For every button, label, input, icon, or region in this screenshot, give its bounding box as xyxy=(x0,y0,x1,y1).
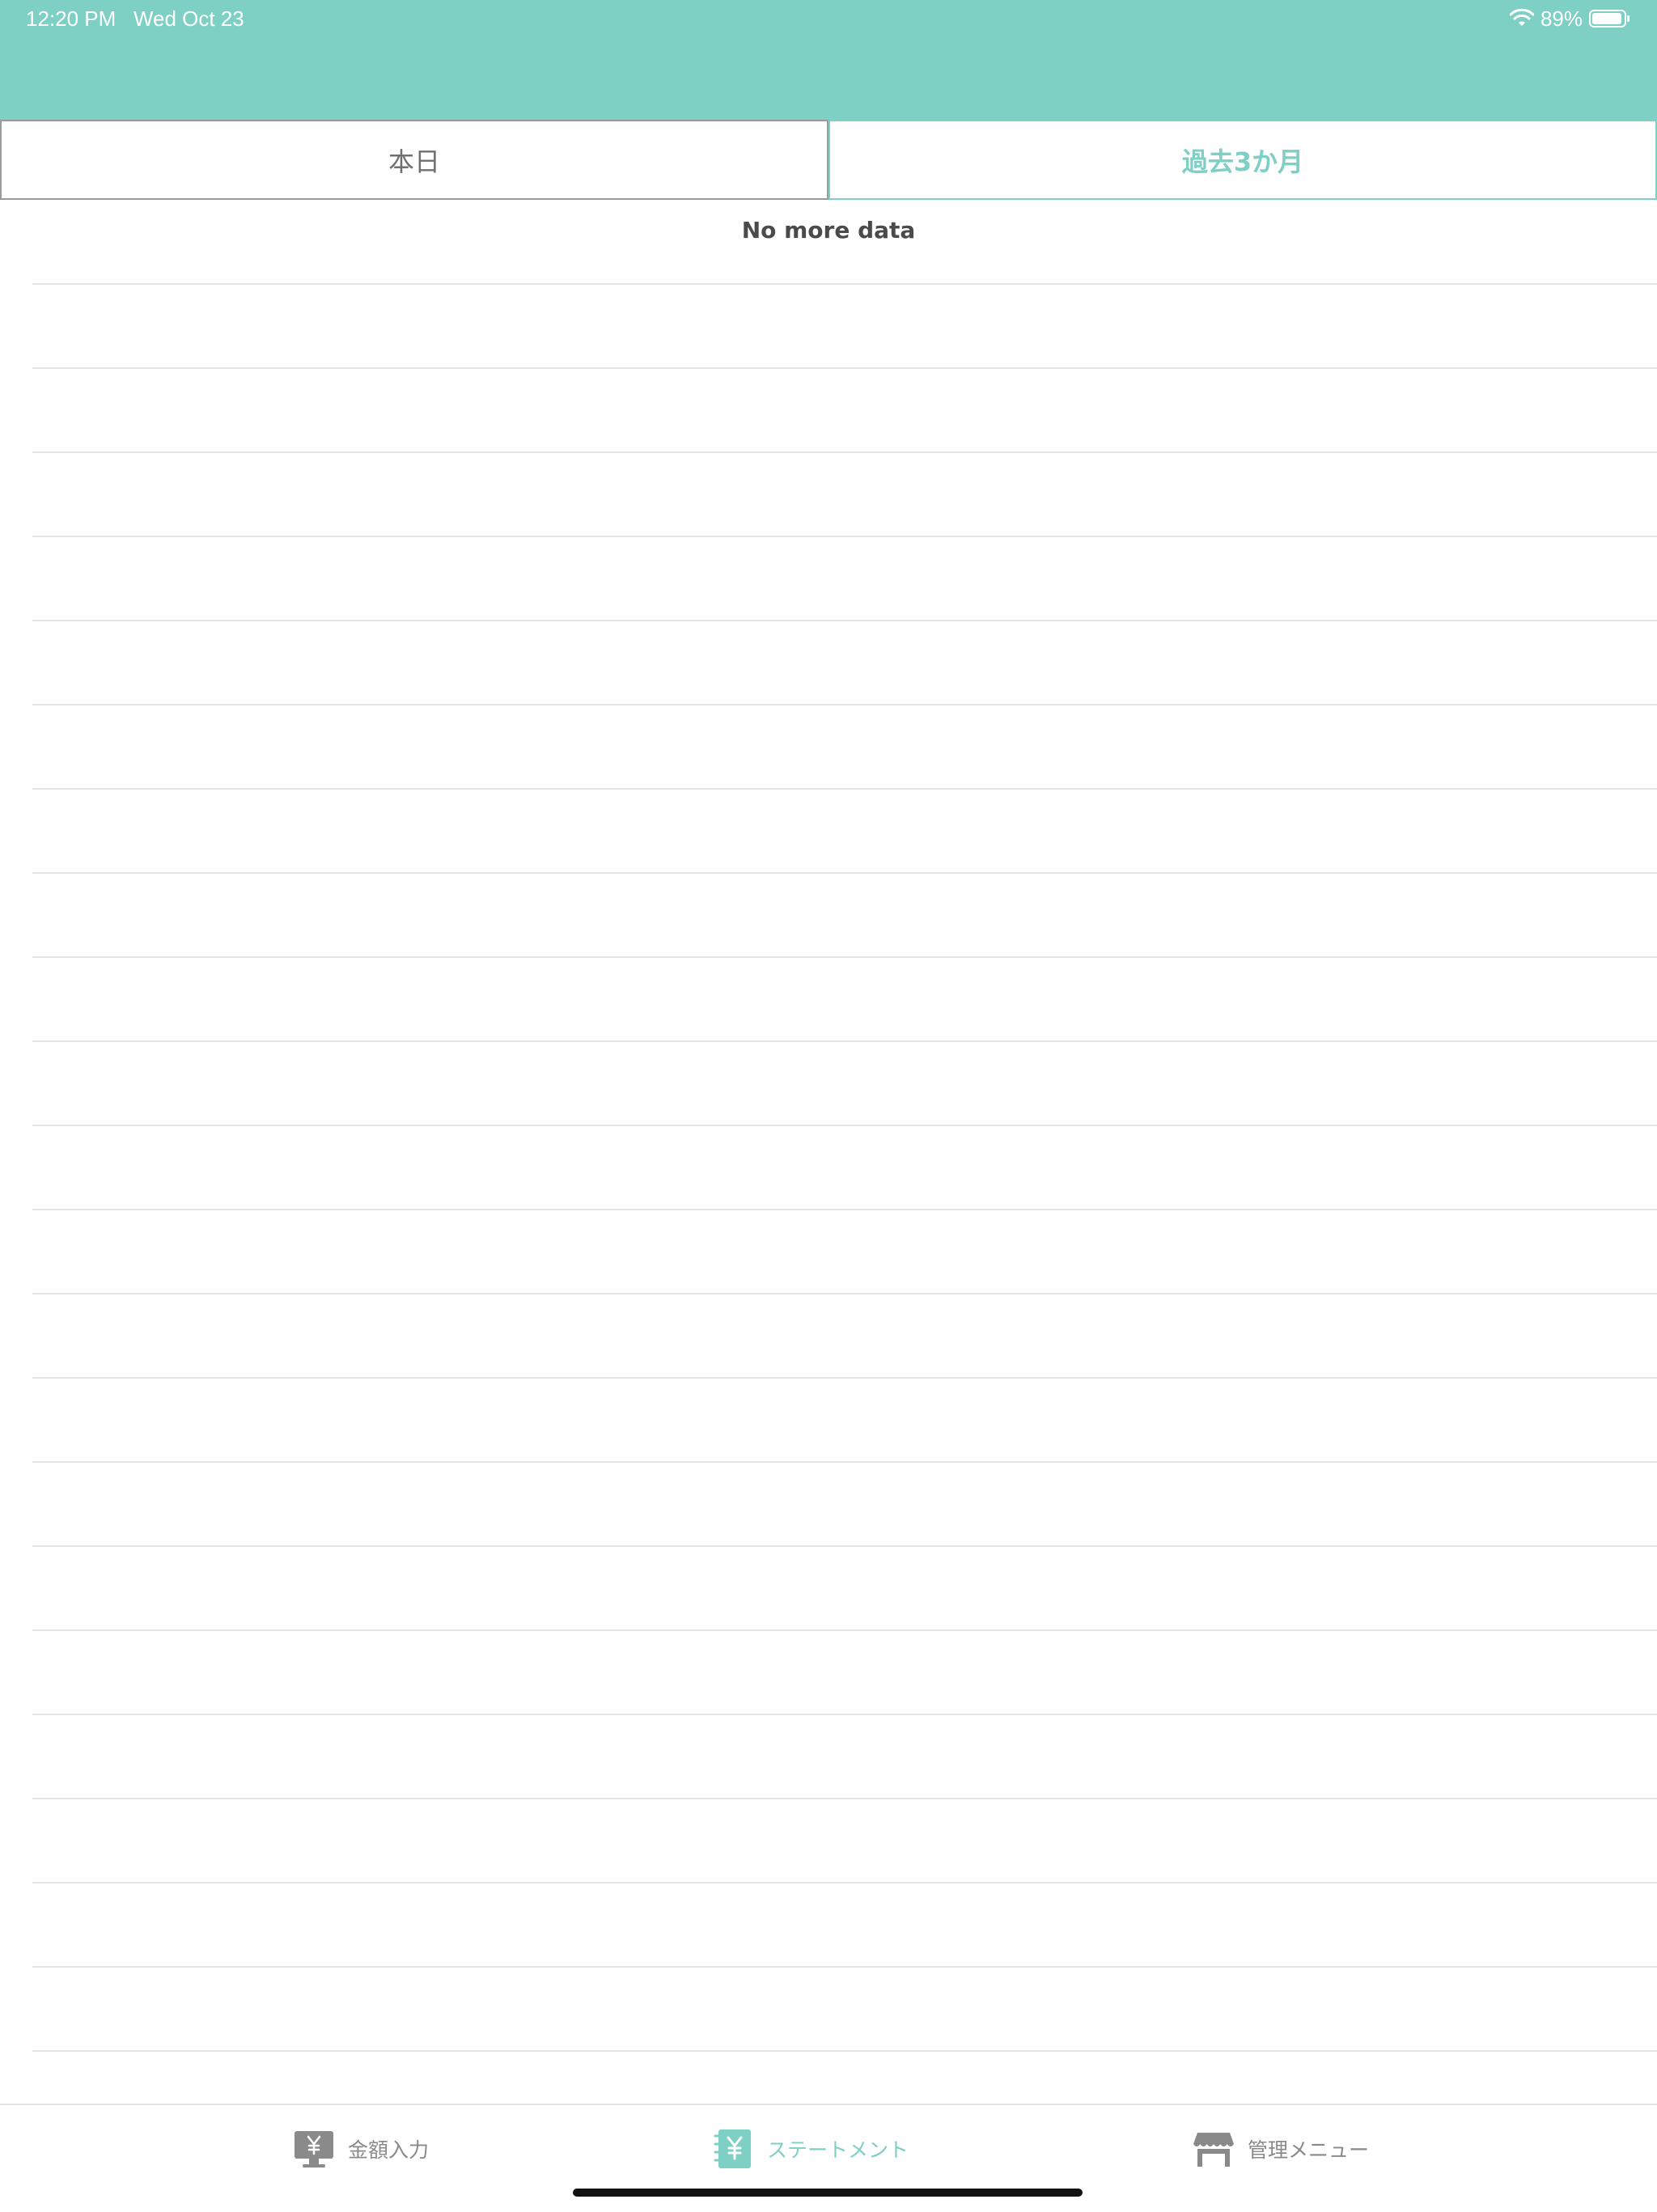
tab-amount-input-label: 金額入力 xyxy=(348,2138,430,2162)
yen-notebook-icon xyxy=(714,2129,751,2168)
no-more-data-label: No more data xyxy=(741,217,916,244)
battery-percent: 89% xyxy=(1540,6,1583,31)
table-row xyxy=(32,1209,1657,1293)
tab-admin-menu-label: 管理メニュー xyxy=(1248,2138,1370,2162)
status-time: 12:20 PM Wed Oct 23 xyxy=(26,6,244,31)
tab-amount-input[interactable]: 金額入力 xyxy=(293,2126,429,2172)
table-row xyxy=(32,451,1657,536)
status-indicators: 89% xyxy=(1509,5,1631,32)
home-indicator xyxy=(573,2189,1083,2197)
table-row xyxy=(32,367,1657,451)
segment-today[interactable]: 本日 xyxy=(0,120,828,200)
table-row xyxy=(32,788,1657,872)
table-row xyxy=(32,1293,1657,1377)
period-segmented-control: 本日 過去3か月 xyxy=(0,120,1657,200)
table-row xyxy=(32,1629,1657,1714)
yen-monitor-icon xyxy=(295,2131,333,2168)
table-row xyxy=(32,1040,1657,1125)
table-row xyxy=(32,1461,1657,1545)
table-row xyxy=(32,704,1657,788)
table-row xyxy=(32,1966,1657,2050)
table-row xyxy=(32,283,1657,367)
table-row xyxy=(32,536,1657,620)
table-row xyxy=(32,956,1657,1040)
tab-admin-menu[interactable]: 管理メニュー xyxy=(1193,2126,1369,2172)
table-row xyxy=(32,1125,1657,1209)
store-icon xyxy=(1193,2133,1234,2167)
table-row xyxy=(32,1545,1657,1629)
statement-list xyxy=(32,283,1657,2134)
table-row xyxy=(32,872,1657,956)
wifi-icon xyxy=(1509,8,1534,26)
tab-statement[interactable]: ステートメント xyxy=(712,2126,909,2172)
battery-icon xyxy=(1589,10,1629,28)
table-row xyxy=(32,1798,1657,1882)
tab-statement-label: ステートメント xyxy=(767,2138,909,2162)
table-row xyxy=(32,1377,1657,1461)
app-header: 12:20 PM Wed Oct 23 89% xyxy=(0,0,1657,120)
table-row xyxy=(32,620,1657,704)
segment-past-3-months[interactable]: 過去3か月 xyxy=(828,120,1657,200)
table-row xyxy=(32,1882,1657,1966)
table-row xyxy=(32,1714,1657,1798)
